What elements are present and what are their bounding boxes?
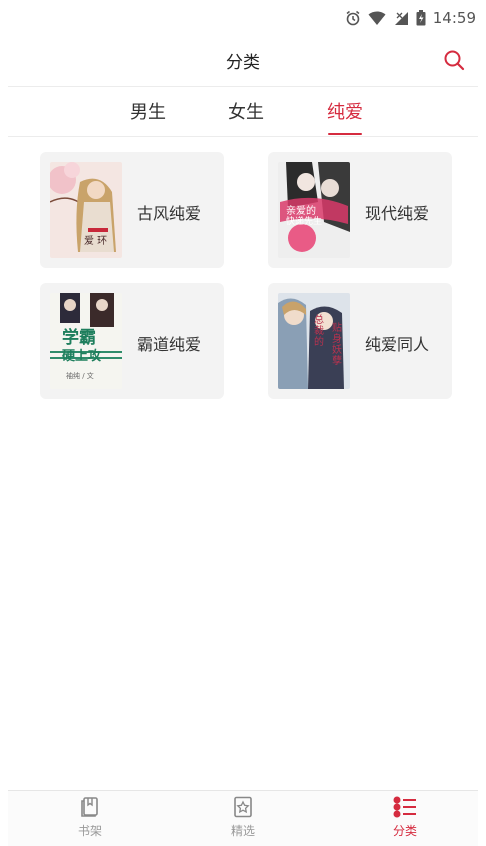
search-icon xyxy=(444,50,465,71)
category-label: 纯爱同人 xyxy=(365,335,430,354)
nav-label: 精选 xyxy=(230,824,255,838)
category-card-modern[interactable]: 亲爱的 快递先生 现代纯爱 xyxy=(268,152,452,268)
gender-tabs: 男生 女生 纯爱 xyxy=(0,88,486,136)
search-button[interactable] xyxy=(440,46,468,74)
nav-label: 书架 xyxy=(77,824,102,838)
book-cover-domineering-icon: 学霸 硬上攻 袖纯 / 文 xyxy=(50,293,122,389)
category-card-fanfic[interactable]: 总裁的 贴身妖孽 纯爱同人 xyxy=(268,283,452,399)
bottom-navigation: 书架 精选 分类 xyxy=(8,790,478,846)
category-label: 霸道纯爱 xyxy=(137,335,202,354)
tabs-divider xyxy=(8,136,478,137)
book-cover-ancient-icon: 爱 环 xyxy=(50,162,122,258)
tab-pure-love[interactable]: 纯爱 xyxy=(315,98,375,124)
book-cover-fanfic-icon: 总裁的 贴身妖孽 xyxy=(278,293,350,389)
active-tab-indicator xyxy=(328,133,362,135)
bookshelf-icon xyxy=(81,797,98,817)
battery-icon xyxy=(416,10,426,26)
nav-bookshelf[interactable]: 书架 xyxy=(60,795,120,845)
page-title: 分类 xyxy=(226,52,260,73)
book-cover-modern-icon: 亲爱的 快递先生 xyxy=(278,162,350,258)
status-time: 14:59 xyxy=(432,9,476,27)
wifi-icon xyxy=(368,11,386,26)
category-label: 古风纯爱 xyxy=(137,204,202,223)
header: 分类 xyxy=(0,36,486,84)
cover-title-fanfic-1: 总裁的 xyxy=(314,315,324,348)
cover-title-modern-2: 快递先生 xyxy=(286,217,323,227)
tab-male[interactable]: 男生 xyxy=(118,98,178,124)
header-divider xyxy=(8,86,478,87)
category-card-domineering[interactable]: 学霸 硬上攻 袖纯 / 文 霸道纯爱 xyxy=(40,283,224,399)
cover-title-fanfic-2: 贴身妖孽 xyxy=(332,323,342,367)
nav-featured[interactable]: 精选 xyxy=(213,795,273,845)
nav-label: 分类 xyxy=(392,824,417,838)
status-bar: 14:59 xyxy=(0,0,486,36)
tab-female[interactable]: 女生 xyxy=(216,98,276,124)
cover-title-ancient: 爱 环 xyxy=(84,236,108,247)
category-list-icon xyxy=(393,796,416,818)
alarm-icon xyxy=(345,10,361,26)
star-bookmark-icon xyxy=(234,796,252,818)
category-card-ancient[interactable]: 爱 环 古风纯爱 xyxy=(40,152,224,268)
nav-category[interactable]: 分类 xyxy=(375,795,435,845)
category-label: 现代纯爱 xyxy=(365,204,430,223)
cover-author-domineering: 袖纯 / 文 xyxy=(66,372,94,380)
signal-icon xyxy=(393,11,409,26)
cover-title-domineering-2: 硬上攻 xyxy=(62,349,102,364)
